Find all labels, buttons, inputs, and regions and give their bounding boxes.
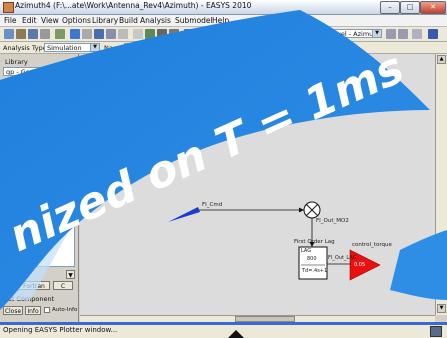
menu-analysis[interactable]: Analysis	[140, 15, 171, 26]
input-wedge[interactable]	[168, 207, 200, 222]
window-title: Azimuth4 (F:\...ate\Work\Antenna_Rev4\Az…	[15, 1, 252, 10]
resize-grip-icon[interactable]	[430, 326, 442, 337]
group-select[interactable]: Cont. Xfer Functions	[3, 87, 75, 96]
chevron-down-icon: ▼	[90, 44, 99, 51]
menu-file[interactable]: File	[4, 15, 17, 26]
new-icon[interactable]	[4, 29, 14, 39]
zoom-in-icon[interactable]	[157, 29, 167, 39]
close-button[interactable]: ✕	[420, 1, 446, 14]
info-button[interactable]: Info	[25, 306, 41, 315]
submodel-select-value: < Top Level - Azimuth	[309, 30, 380, 38]
library-header: Library	[5, 58, 28, 66]
zoom-out-icon[interactable]	[169, 29, 179, 39]
duplicate-icon[interactable]	[106, 29, 116, 39]
vertical-scrollbar[interactable]: ▲ ▼	[435, 54, 447, 315]
menu-bar: File Edit View Options Library Build Ana…	[0, 15, 447, 27]
name-label: Name:	[104, 44, 126, 52]
block-line1: LAG	[301, 248, 312, 254]
cut-icon[interactable]	[82, 29, 92, 39]
open-icon[interactable]	[16, 29, 26, 39]
list-component-label: List Component	[3, 295, 55, 303]
chevron-down-icon: ▼	[65, 68, 74, 75]
build-icon[interactable]	[196, 29, 206, 39]
save-icon[interactable]	[28, 29, 38, 39]
library-select[interactable]: gp - General Purpose (c/li ▼	[3, 67, 75, 76]
language-label: de:	[3, 282, 14, 290]
print-icon[interactable]	[40, 29, 50, 39]
analysis-type-select[interactable]: Simulation ▼	[44, 43, 100, 52]
connect-icon[interactable]	[220, 29, 230, 39]
signal-label: FI_Out_MO2	[316, 218, 349, 224]
align-icon[interactable]	[133, 29, 143, 39]
copy-icon[interactable]	[55, 29, 65, 39]
block-output-label: FI_Out_LAG	[328, 255, 357, 261]
auto-info-label: Auto-Info	[52, 307, 78, 313]
maximize-button[interactable]: □	[400, 1, 420, 14]
label-icon[interactable]	[244, 29, 254, 39]
menu-build[interactable]: Build	[119, 15, 138, 26]
scroll-down-icon[interactable]: ▼	[437, 304, 446, 313]
arrow-head	[299, 207, 304, 213]
block-line3: Td=.4s+1	[302, 268, 328, 274]
name-select[interactable]: simulation ▼	[124, 43, 194, 52]
name-value: simulation	[127, 44, 161, 52]
analysis-type-value: Simulation	[47, 44, 82, 52]
down-level-icon[interactable]	[398, 29, 408, 39]
route-icon[interactable]	[232, 29, 242, 39]
menu-submodel[interactable]: Submodel	[175, 15, 213, 26]
info-icon[interactable]	[428, 29, 438, 39]
groups-label: Groups within gp library	[5, 78, 84, 86]
title-bar: Azimuth4 (F:\...ate\Work\Antenna_Rev4\Az…	[0, 0, 447, 15]
grid-icon[interactable]	[145, 29, 155, 39]
app-icon	[3, 2, 14, 13]
move-icon[interactable]	[70, 29, 80, 39]
components-label: Components	[5, 98, 47, 106]
menu-help[interactable]: Help	[212, 15, 229, 26]
analysis-toolbar: Analysis Type: Simulation ▼ Name: simula…	[0, 42, 447, 54]
up-level-icon[interactable]	[386, 29, 396, 39]
delete-icon[interactable]	[118, 29, 128, 39]
app-window: Azimuth4 (F:\...ate\Work\Antenna_Rev4\Az…	[0, 0, 447, 338]
diagram-svg	[168, 201, 381, 281]
main-toolbar: Submodel: < Top Level - Azimuth ▼	[0, 27, 447, 42]
scroll-up-icon[interactable]: ▲	[437, 55, 446, 64]
menu-view[interactable]: View	[41, 15, 59, 26]
menu-options[interactable]: Options	[62, 15, 91, 26]
component-icon[interactable]	[208, 29, 218, 39]
status-accent-line	[0, 322, 447, 325]
auto-info-checkbox[interactable]	[44, 307, 50, 313]
submodel-icon[interactable]	[256, 29, 266, 39]
block-line2: 800	[307, 256, 317, 262]
run-icon[interactable]	[198, 43, 207, 52]
block-title: First Order Lag	[294, 239, 335, 245]
group-select-value: Cont. Xfer Functions	[6, 88, 72, 96]
paste-icon[interactable]	[94, 29, 104, 39]
analysis-type-label: Analysis Type:	[3, 44, 49, 52]
pause-icon[interactable]	[184, 29, 194, 39]
wire-label-top: FI_Cmd	[202, 202, 223, 208]
triangle-label: control_torque	[352, 242, 392, 248]
properties-icon[interactable]	[412, 29, 422, 39]
menu-library[interactable]: Library	[92, 15, 118, 26]
triangle-value: 0.05	[354, 262, 366, 268]
component-list[interactable]	[3, 107, 75, 267]
menu-edit[interactable]: Edit	[22, 15, 37, 26]
diagram-canvas[interactable]: FI_Cmd FI_Out_MO2 First Order Lag LAG 80…	[80, 54, 435, 315]
chevron-down-icon: ▼	[184, 44, 193, 51]
status-text: Opening EASYS Plotter window...	[3, 326, 118, 334]
submodel-select[interactable]: < Top Level - Azimuth ▼	[306, 29, 382, 38]
submodel-label: Submodel:	[272, 30, 307, 38]
minimize-button[interactable]: –	[380, 1, 400, 14]
library-panel: Library gp - General Purpose (c/li ▼ Gro…	[0, 54, 83, 322]
c-button[interactable]: C	[53, 281, 73, 290]
chevron-down-icon[interactable]: ▼	[66, 270, 75, 279]
close-library-button[interactable]: Close	[3, 306, 23, 315]
fortran-button[interactable]: Fortran	[18, 281, 50, 290]
chevron-down-icon: ▼	[372, 30, 381, 37]
